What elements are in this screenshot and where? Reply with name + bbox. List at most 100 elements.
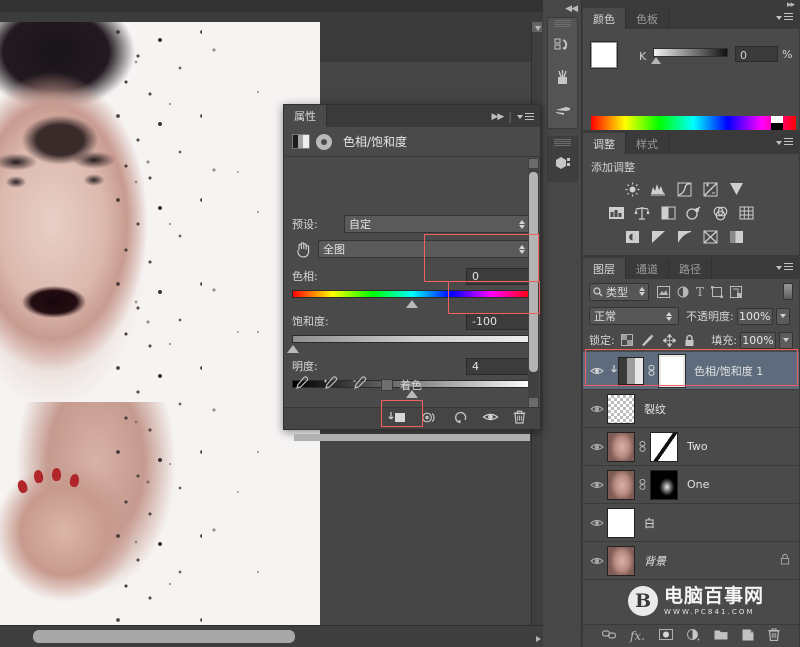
exposure-icon[interactable] <box>697 177 723 201</box>
layer-visibility-icon[interactable] <box>587 442 607 452</box>
blend-mode-select[interactable]: 正常 <box>589 307 679 325</box>
tab-color[interactable]: 颜色 <box>583 8 626 29</box>
table-row[interactable]: 裂纹 <box>583 390 799 428</box>
brightness-contrast-icon[interactable] <box>619 177 645 201</box>
filter-type-stepper[interactable] <box>639 287 645 296</box>
layer-visibility-icon[interactable] <box>587 518 607 528</box>
k-slider-thumb[interactable] <box>651 57 661 64</box>
color-spectrum-ramp[interactable] <box>591 116 796 130</box>
gradient-map-icon[interactable] <box>697 225 723 249</box>
scroll-right-arrow[interactable] <box>536 636 541 642</box>
delete-adjustment-icon[interactable] <box>513 410 526 427</box>
color-balance-icon[interactable] <box>629 201 655 225</box>
properties-scrollbar[interactable] <box>528 158 539 408</box>
layer-thumbnail[interactable] <box>607 546 635 576</box>
vibrance-icon[interactable] <box>723 177 749 201</box>
table-row[interactable]: 背景 <box>583 542 799 580</box>
scroll-up-box[interactable] <box>529 159 538 168</box>
link-mask-icon[interactable] <box>637 479 648 490</box>
tab-paths[interactable]: 路径 <box>669 258 712 279</box>
color-lookup-icon[interactable] <box>733 201 759 225</box>
layer-name[interactable]: One <box>687 478 709 491</box>
dock-grip[interactable] <box>554 20 571 27</box>
layer-visibility-icon[interactable] <box>587 366 607 376</box>
properties-panel-menu-icon[interactable]: ▶▶ | <box>491 110 534 123</box>
tab-adjustments[interactable]: 调整 <box>583 133 626 154</box>
dock-grip[interactable] <box>554 139 571 146</box>
photo-filter-icon[interactable] <box>681 201 707 225</box>
scroll-down-box[interactable] <box>529 398 538 407</box>
layer-name[interactable]: 色相/饱和度 1 <box>694 363 763 379</box>
range-stepper[interactable] <box>519 245 527 254</box>
color-panel-menu-icon[interactable] <box>776 13 793 21</box>
horizontal-scroll-thumb[interactable] <box>33 630 295 643</box>
layer-mask-thumbnail[interactable] <box>659 355 685 387</box>
brush-presets-icon[interactable] <box>548 61 577 93</box>
hue-slider-knob[interactable] <box>406 300 418 308</box>
fill-dropdown-icon[interactable] <box>779 332 793 349</box>
layer-thumbnail[interactable] <box>607 432 635 462</box>
layer-style-fx-icon[interactable]: fx. <box>630 629 645 643</box>
tab-layers[interactable]: 图层 <box>583 258 626 279</box>
spectrum-white-black-swatch[interactable] <box>771 116 783 130</box>
history-icon[interactable] <box>548 29 577 61</box>
layer-name[interactable]: 白 <box>644 515 655 531</box>
selective-color-icon[interactable] <box>723 225 749 249</box>
hue-saturation-icon[interactable] <box>603 201 629 225</box>
layer-visibility-icon[interactable] <box>587 556 607 566</box>
clip-to-layer-icon[interactable] <box>387 411 407 427</box>
toggle-visibility-icon[interactable] <box>482 411 499 426</box>
table-row[interactable]: 白 <box>583 504 799 542</box>
saturation-slider-knob[interactable] <box>287 345 299 353</box>
k-slider-track[interactable] <box>653 48 728 57</box>
layer-name[interactable]: Two <box>687 440 708 453</box>
tool-presets-icon[interactable] <box>548 93 577 125</box>
on-image-adjust-icon[interactable] <box>292 241 314 258</box>
link-layers-icon[interactable] <box>602 629 616 643</box>
black-white-icon[interactable] <box>655 201 681 225</box>
opacity-value[interactable]: 100% <box>737 308 773 325</box>
table-row[interactable]: Two <box>583 428 799 466</box>
filter-type-select[interactable]: 类型 <box>589 283 649 301</box>
layer-visibility-icon[interactable] <box>587 404 607 414</box>
toggle-previous-state-icon[interactable] <box>421 411 439 427</box>
dock-collapse-icon[interactable]: ◀◀ <box>565 4 577 14</box>
adjustments-panel-menu-icon[interactable] <box>776 138 793 146</box>
preset-stepper[interactable] <box>519 220 527 229</box>
layer-thumbnail[interactable] <box>607 508 635 538</box>
invert-icon[interactable] <box>619 225 645 249</box>
channel-mixer-icon[interactable] <box>707 201 733 225</box>
eyedropper-icon[interactable] <box>294 376 309 394</box>
k-value-field[interactable]: 0 <box>735 46 778 62</box>
range-select[interactable]: 全图 <box>318 240 532 258</box>
scroll-up-arrow[interactable] <box>535 26 541 31</box>
layer-thumbnail[interactable] <box>607 470 635 500</box>
layer-name[interactable]: 背景 <box>644 553 666 569</box>
colorize-checkbox[interactable] <box>381 379 393 391</box>
hue-range-adjusted-bar[interactable] <box>294 434 530 441</box>
eyedropper-subtract-icon[interactable] <box>352 376 367 394</box>
saturation-slider-track[interactable] <box>292 335 532 343</box>
add-mask-icon[interactable] <box>659 629 673 643</box>
eyedropper-add-icon[interactable] <box>323 376 338 394</box>
new-adjustment-icon[interactable] <box>687 629 700 644</box>
collapse-to-icons-icon[interactable]: ▶▶ <box>491 112 503 122</box>
adjustment-thumbnail[interactable] <box>618 357 644 385</box>
curves-icon[interactable] <box>671 177 697 201</box>
target-adjustment-icon[interactable] <box>316 134 332 150</box>
properties-scroll-thumb[interactable] <box>529 172 538 372</box>
new-layer-icon[interactable] <box>742 629 754 644</box>
tab-styles[interactable]: 样式 <box>626 133 669 154</box>
link-mask-icon[interactable] <box>646 365 657 376</box>
posterize-icon[interactable] <box>645 225 671 249</box>
preset-select[interactable]: 自定 <box>344 215 532 233</box>
tab-swatches[interactable]: 色板 <box>626 8 669 29</box>
new-group-icon[interactable] <box>714 629 728 643</box>
tab-channels[interactable]: 通道 <box>626 258 669 279</box>
tab-properties[interactable]: 属性 <box>284 105 327 127</box>
saturation-value-field[interactable]: -100 <box>466 313 532 330</box>
filter-power-toggle[interactable] <box>783 283 793 300</box>
hue-value-field[interactable]: 0 <box>466 268 532 285</box>
table-row[interactable]: One <box>583 466 799 504</box>
document-horizontal-scrollbar[interactable] <box>0 625 543 647</box>
